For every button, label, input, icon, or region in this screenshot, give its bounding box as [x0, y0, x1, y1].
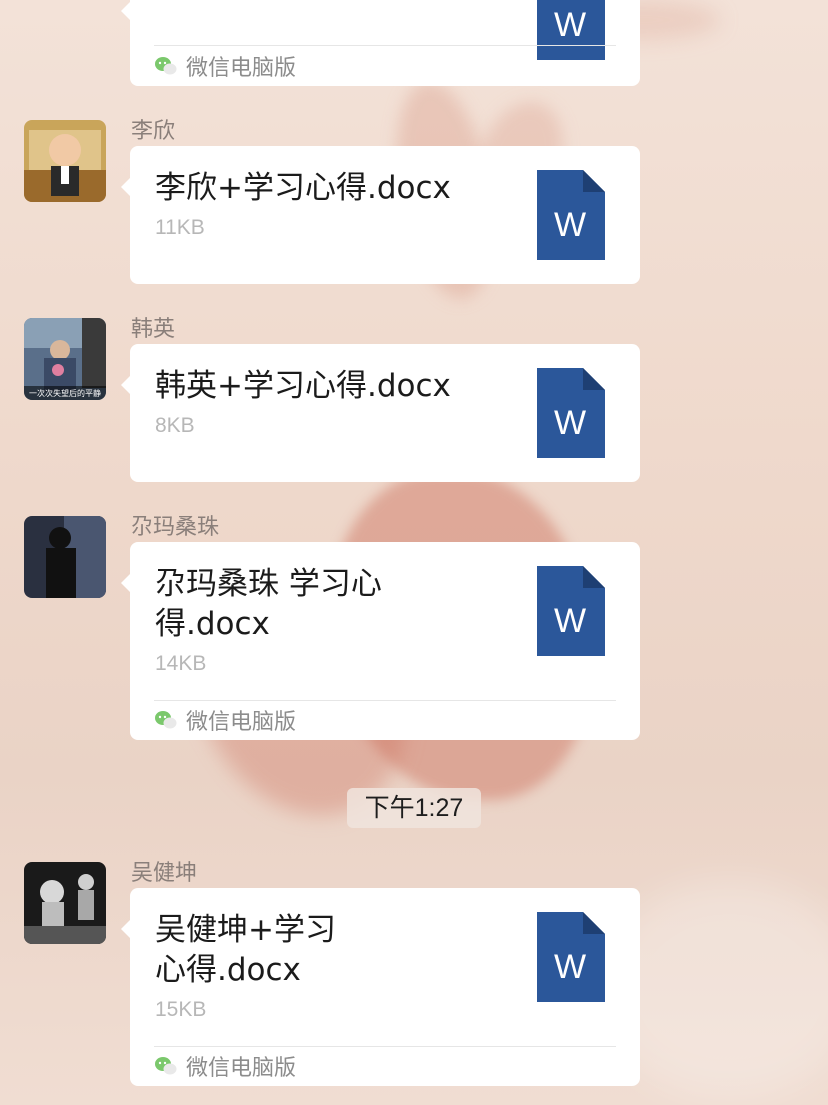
source-row: 微信电脑版 [154, 51, 296, 81]
file-name: 吴健坤+学习心得.docx [155, 912, 336, 988]
file-message-bubble[interactable]: 吴健坤+学习心得.docx 15KB W 微信电脑版 [121, 888, 640, 1086]
file-size: 15KB [155, 998, 207, 1021]
svg-text:W: W [554, 206, 586, 244]
source-label: 微信电脑版 [186, 56, 297, 81]
word-doc-icon: W [537, 170, 605, 260]
avatar[interactable]: 一次次失望后的平静 [24, 318, 106, 400]
wechat-icon [155, 57, 177, 75]
svg-text:W: W [554, 948, 586, 986]
bubble-divider [154, 700, 616, 701]
file-name: 李欣+学习心得.docx [155, 170, 451, 206]
avatar-image [24, 516, 106, 598]
bubble-divider [154, 45, 616, 46]
file-message-bubble[interactable]: 韩英+学习心得.docx 8KB W [121, 344, 640, 482]
timestamp-divider: 下午1:27 [347, 788, 481, 828]
wechat-icon [155, 1057, 177, 1075]
avatar-image [24, 120, 106, 202]
source-label: 微信电脑版 [186, 1056, 297, 1081]
sender-name: 李欣 [131, 119, 176, 144]
svg-text:W: W [554, 6, 586, 44]
avatar[interactable] [24, 862, 106, 944]
avatar-image [24, 862, 106, 944]
svg-text:W: W [554, 602, 586, 640]
avatar-image: 一次次失望后的平静 [24, 318, 106, 400]
sender-name: 韩英 [131, 317, 176, 342]
source-row: 微信电脑版 [154, 705, 296, 735]
file-size: 14KB [155, 652, 207, 675]
bubble-divider [154, 1046, 616, 1047]
file-message-bubble[interactable]: 李欣+学习心得.docx 11KB W [121, 146, 640, 284]
avatar-caption: 一次次失望后的平静 [29, 388, 101, 398]
wechat-icon [155, 711, 177, 729]
avatar[interactable] [24, 120, 106, 202]
file-message-bubble[interactable]: 尕玛桑珠 学习心得.docx 14KB W 微信电脑版 [121, 542, 640, 740]
file-message-bubble-partial[interactable]: W 微信电脑版 [121, 0, 640, 86]
file-name: 韩英+学习心得.docx [155, 368, 451, 404]
file-name: 尕玛桑珠 学习心得.docx [155, 566, 382, 642]
source-row: 微信电脑版 [154, 1051, 296, 1081]
word-doc-icon: W [537, 0, 605, 60]
sender-name: 尕玛桑珠 [131, 515, 220, 540]
word-doc-icon: W [537, 566, 605, 656]
word-doc-icon: W [537, 912, 605, 1002]
word-doc-icon: W [537, 368, 605, 458]
file-size: 11KB [155, 216, 205, 239]
source-label: 微信电脑版 [186, 710, 297, 735]
sender-name: 吴健坤 [131, 861, 198, 886]
svg-text:W: W [554, 404, 586, 442]
avatar[interactable] [24, 516, 106, 598]
file-size: 8KB [155, 414, 195, 437]
